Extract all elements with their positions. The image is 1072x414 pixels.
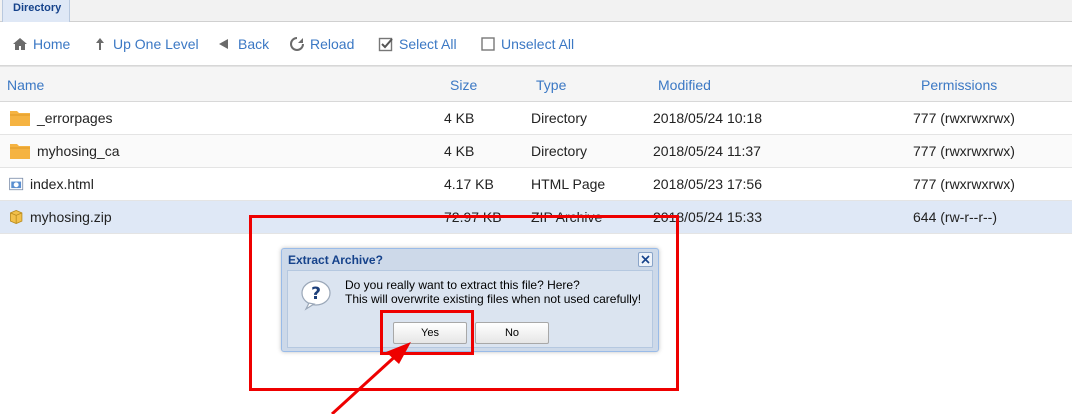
select-all-button[interactable]: Select All [378,34,457,54]
tab-strip: Directory [0,0,1072,22]
arrow-left-icon [217,36,233,52]
file-permissions: 777 (rwxrwxrwx) [913,143,1015,159]
file-type: Directory [531,110,588,126]
file-modified: 2018/05/24 11:37 [653,143,761,159]
dialog-close-button[interactable] [638,252,653,267]
svg-text:?: ? [311,284,321,304]
select-all-label: Select All [399,36,457,52]
no-button[interactable]: No [475,322,549,344]
file-name: myhosing_ca [37,143,120,159]
file-size: 4.17 KB [444,176,494,192]
back-button[interactable]: Back [217,34,269,54]
file-grid-header: Name Size Type Modified Permissions [0,66,1072,102]
home-icon [12,36,28,52]
file-size: 4 KB [444,143,475,159]
file-modified: 2018/05/23 17:56 [653,176,762,192]
table-row[interactable]: _errorpages 4 KB Directory 2018/05/24 10… [0,102,1072,135]
html-file-icon [9,177,24,191]
table-row[interactable]: myhosing_ca 4 KB Directory 2018/05/24 11… [0,135,1072,168]
close-icon [641,255,650,264]
annotation-highlight-yes-button [380,310,474,355]
file-manager-window: Directory Home Up One Level Back Reload [0,0,1072,414]
reload-label: Reload [310,36,355,52]
column-header-name[interactable]: Name [7,77,44,93]
up-one-level-label: Up One Level [113,36,199,52]
file-permissions: 777 (rwxrwxrwx) [913,110,1015,126]
column-header-type[interactable]: Type [536,77,566,93]
dialog-message-line1: Do you really want to extract this file?… [345,278,580,292]
reload-icon [289,36,305,52]
column-header-modified[interactable]: Modified [658,77,711,93]
toolbar: Home Up One Level Back Reload Select All [0,22,1072,66]
zip-file-icon [10,210,23,224]
folder-icon [10,111,30,126]
table-row[interactable]: index.html 4.17 KB HTML Page 2018/05/23 … [0,168,1072,201]
file-size: 4 KB [444,110,475,126]
dialog-message-line2: This will overwrite existing files when … [345,292,642,306]
unselect-all-label: Unselect All [501,36,575,52]
dialog-message: Do you really want to extract this file?… [345,278,641,306]
tab-directory[interactable]: Directory [2,0,70,22]
file-name: index.html [30,176,94,192]
unselect-all-button[interactable]: Unselect All [480,34,574,54]
file-type: Directory [531,143,588,159]
file-permissions: 644 (rw-r--r--) [913,209,997,225]
file-name: _errorpages [37,110,113,126]
file-modified: 2018/05/24 10:18 [653,110,762,126]
file-name: myhosing.zip [30,209,112,225]
home-label: Home [33,36,71,52]
home-button[interactable]: Home [12,34,70,54]
back-label: Back [238,36,270,52]
question-icon: ? [301,280,331,311]
dialog-title: Extract Archive? [288,253,383,267]
column-header-size[interactable]: Size [450,77,477,93]
folder-icon [10,144,30,159]
file-permissions: 777 (rwxrwxrwx) [913,176,1015,192]
checkbox-checked-icon [378,36,394,52]
column-header-permissions[interactable]: Permissions [921,77,997,93]
checkbox-empty-icon [480,36,496,52]
reload-button[interactable]: Reload [289,34,354,54]
arrow-up-icon [92,36,108,52]
file-type: HTML Page [531,176,606,192]
up-one-level-button[interactable]: Up One Level [92,34,199,54]
